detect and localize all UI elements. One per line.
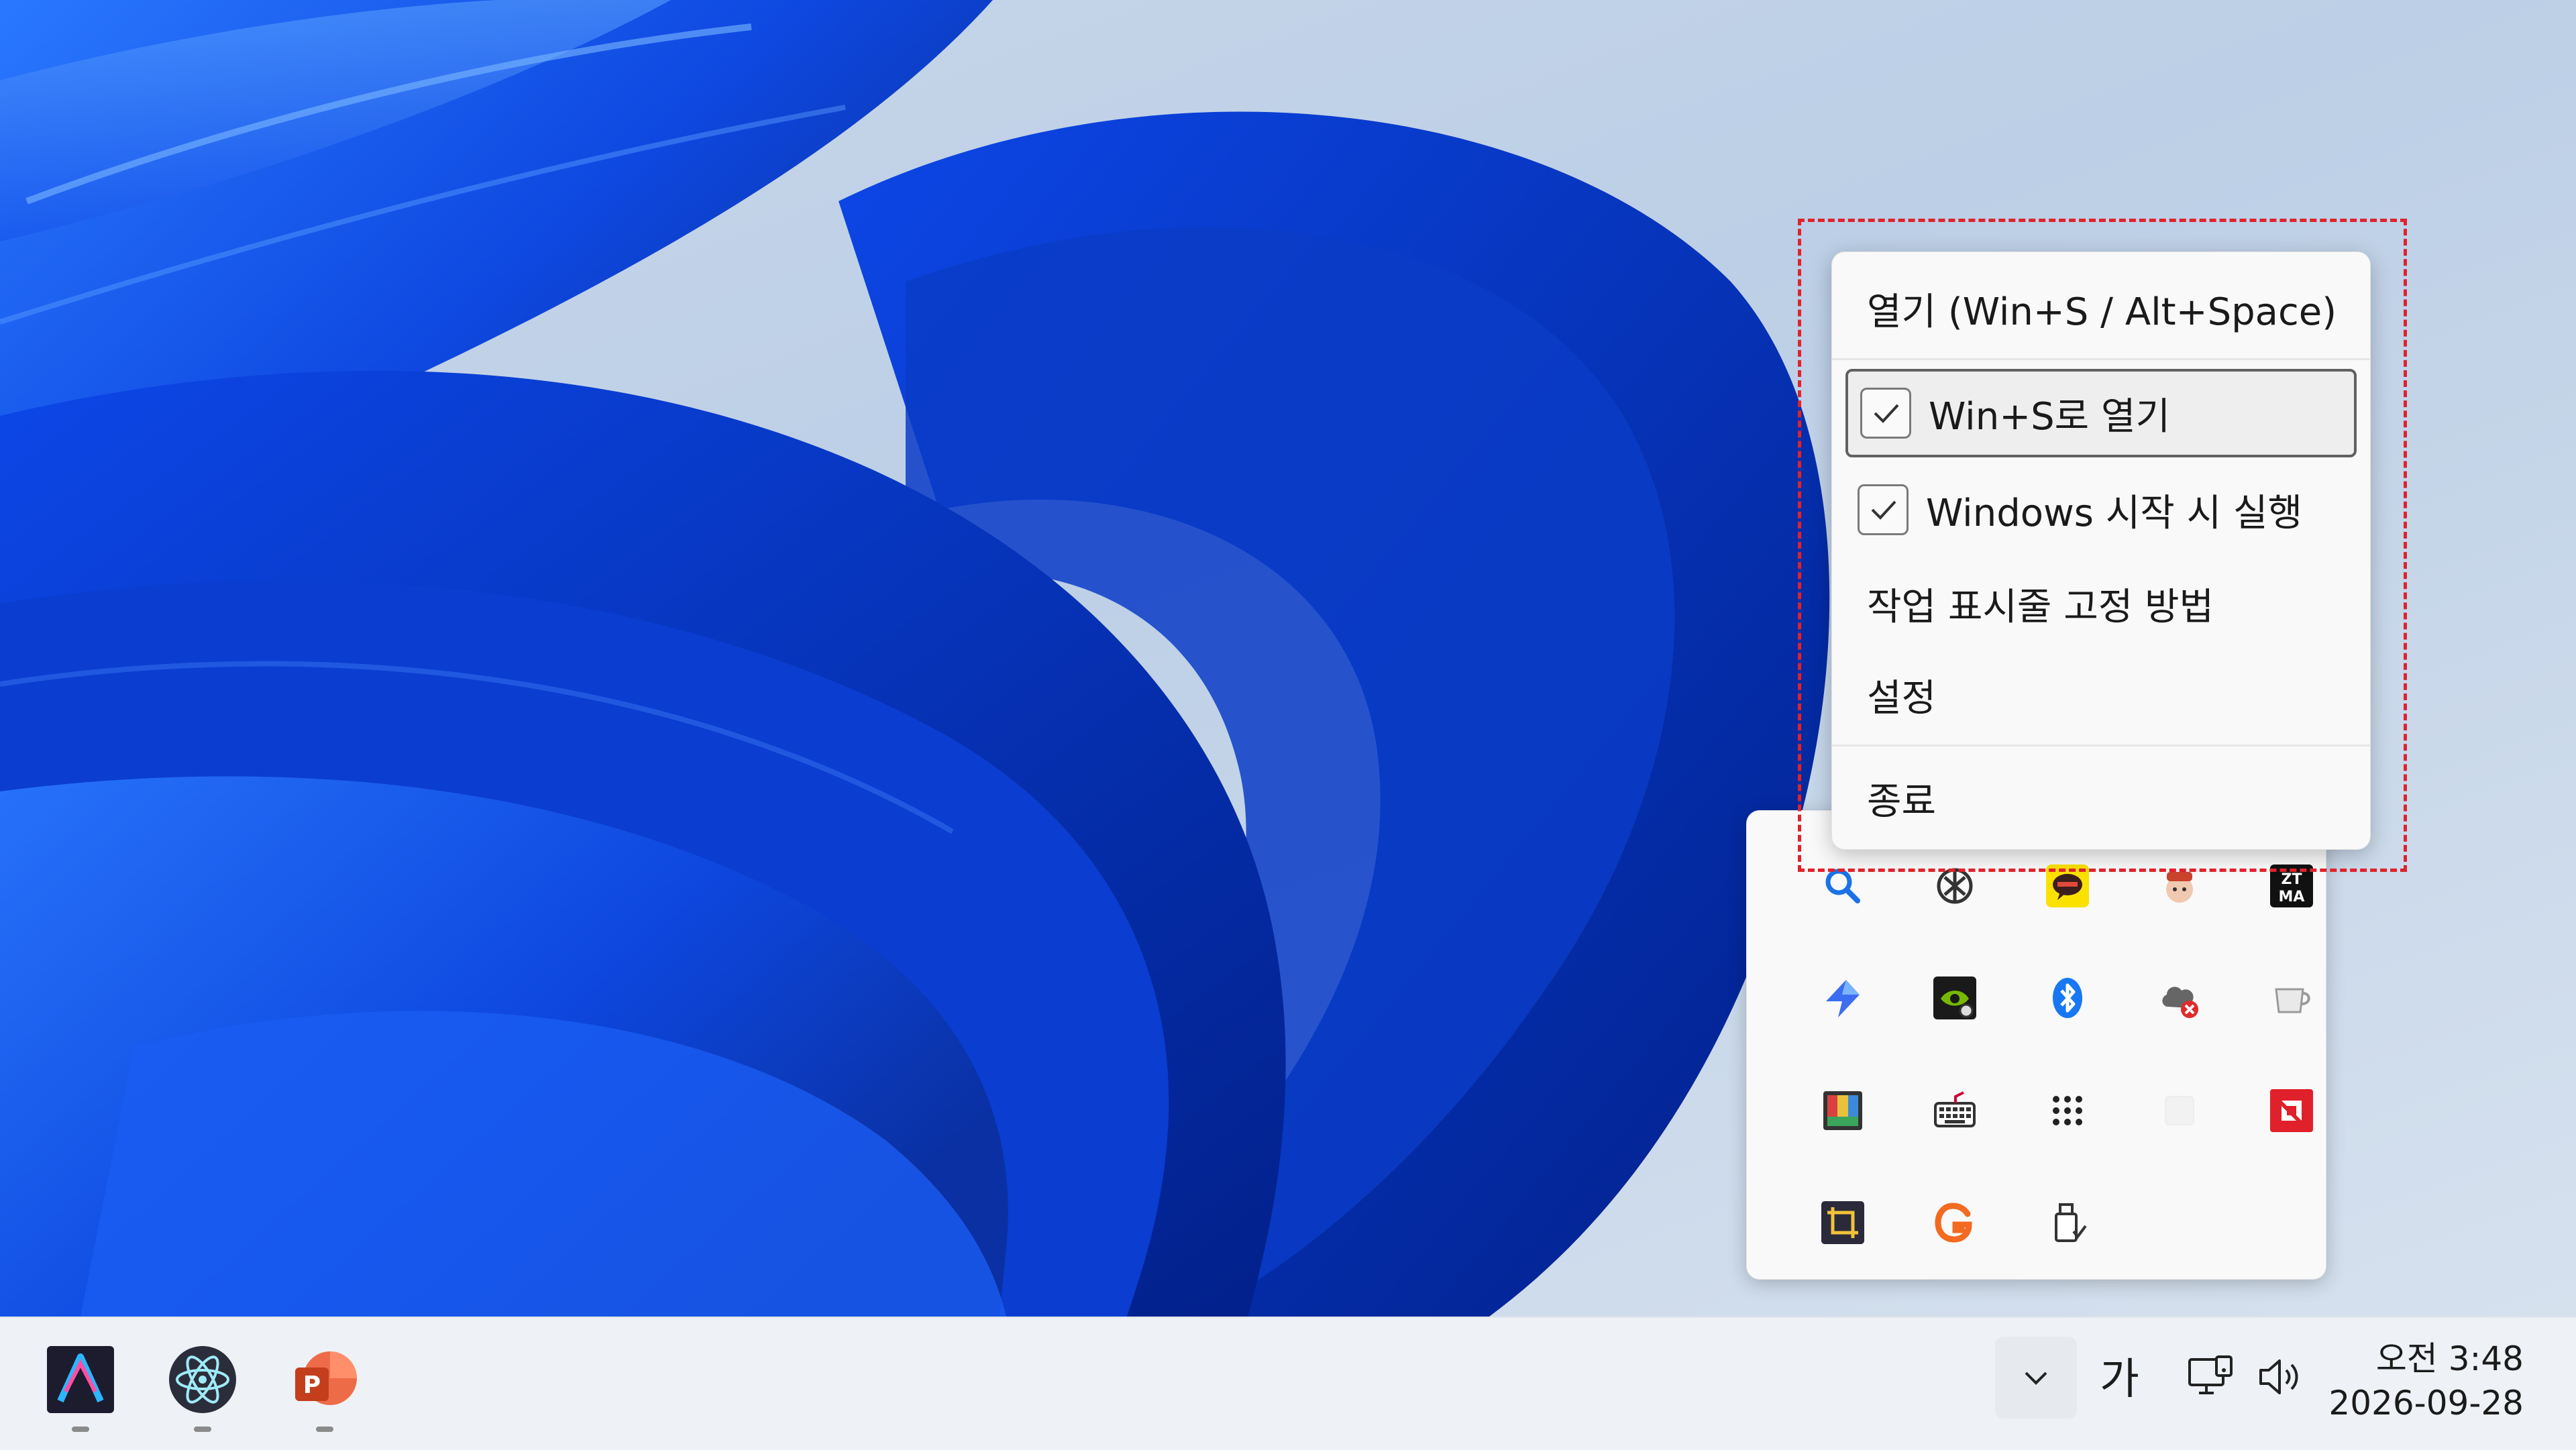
ime-indicator[interactable]: 가 (2100, 1345, 2139, 1406)
taskbar: P 가 오전 3:48 2026-09-28 (0, 1317, 2576, 1450)
volume-icon[interactable] (2254, 1350, 2308, 1406)
clock-time: 오전 3:48 (2375, 1339, 2524, 1378)
cloud-error-icon[interactable] (2143, 961, 2216, 1035)
svg-text:MA: MA (2279, 889, 2305, 905)
grammarly-icon[interactable] (1918, 1186, 1992, 1260)
nvidia-icon[interactable] (1918, 961, 1992, 1035)
usb-drive-icon[interactable] (2031, 1186, 2104, 1260)
running-indicator (316, 1427, 333, 1432)
arc-app-icon[interactable] (40, 1339, 121, 1432)
tray-overflow-flyout: ZT MA (1746, 810, 2326, 1280)
crop-tool-icon[interactable] (1806, 1186, 1880, 1260)
power-automate-icon[interactable] (1806, 961, 1880, 1035)
blank-icon[interactable] (2143, 1074, 2216, 1148)
coffee-cup-icon[interactable] (2255, 961, 2328, 1035)
highlight-annotation-box (1798, 219, 2407, 872)
show-hidden-icons-button[interactable] (1995, 1337, 2077, 1418)
running-indicator (72, 1427, 89, 1432)
amd-icon[interactable] (2255, 1074, 2328, 1148)
color-app-icon[interactable] (1806, 1074, 1880, 1148)
electron-app-icon[interactable] (162, 1339, 243, 1432)
network-icon[interactable] (2184, 1350, 2238, 1406)
keyboard-icon[interactable] (1918, 1074, 1992, 1148)
svg-text:P: P (303, 1372, 321, 1399)
dots-grid-icon[interactable] (2031, 1074, 2104, 1148)
clock-date: 2026-09-28 (2328, 1384, 2524, 1423)
running-indicator (194, 1427, 211, 1432)
bluetooth-icon[interactable] (2031, 961, 2104, 1035)
taskbar-clock[interactable]: 오전 3:48 2026-09-28 (2328, 1337, 2524, 1425)
svg-text:ZT: ZT (2282, 871, 2302, 888)
chevron-down-icon (2025, 1372, 2047, 1385)
powerpoint-icon[interactable]: P (284, 1339, 365, 1432)
